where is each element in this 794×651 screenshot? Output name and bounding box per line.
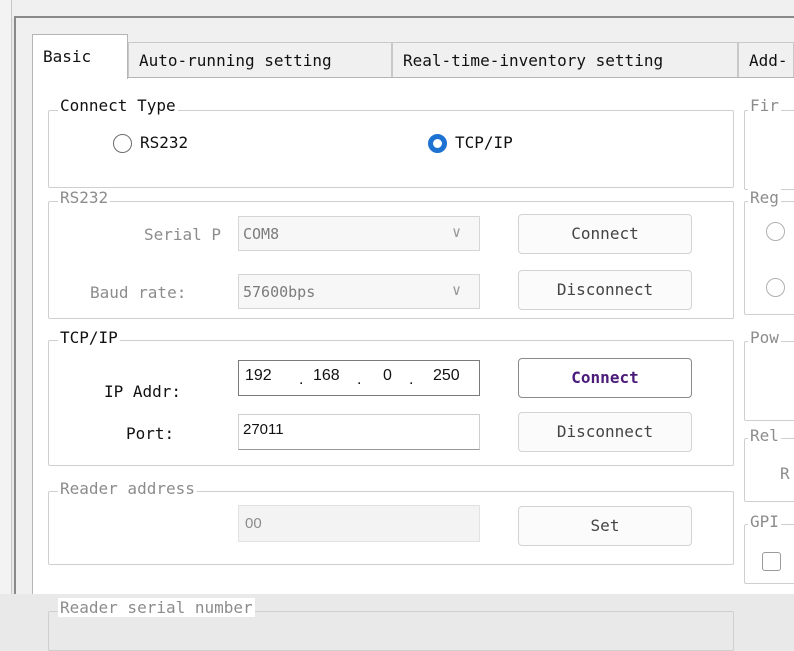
reader-serial-group xyxy=(48,611,734,651)
ip-address-field[interactable]: 192 . 168 . 0 . 250 xyxy=(238,360,480,396)
tcpip-radio-label: TCP/IP xyxy=(455,133,513,152)
tcpip-radio[interactable] xyxy=(428,134,447,153)
ip-octet-1[interactable]: 192 xyxy=(245,367,272,385)
port-field[interactable]: 27011 xyxy=(238,414,480,450)
tab-additional[interactable]: Add- xyxy=(738,42,794,78)
power-group xyxy=(744,341,794,421)
tab-real-time-inventory-setting[interactable]: Real-time-inventory setting xyxy=(392,42,738,78)
ip-address-label: IP Addr: xyxy=(104,382,182,401)
ip-dot: . xyxy=(409,371,414,388)
ip-octet-4[interactable]: 250 xyxy=(433,367,460,385)
region-group xyxy=(744,201,794,315)
rs232-legend: RS232 xyxy=(58,188,111,207)
baud-rate-value: 57600bps xyxy=(243,283,316,301)
baud-rate-combo[interactable]: 57600bps xyxy=(238,274,480,309)
reader-address-value: 00 xyxy=(245,515,262,532)
serial-port-label: Serial P xyxy=(144,225,222,244)
reader-address-set-button[interactable]: Set xyxy=(518,506,692,546)
tab-basic[interactable]: Basic xyxy=(32,34,128,79)
serial-port-value: COM8 xyxy=(243,225,280,243)
rs232-radio[interactable] xyxy=(113,134,132,153)
baud-rate-label: Baud rate: xyxy=(90,283,187,302)
power-legend: Pow xyxy=(748,328,781,347)
background-window xyxy=(0,0,12,594)
tcpip-legend: TCP/IP xyxy=(58,328,120,347)
tcpip-connect-button[interactable]: Connect xyxy=(518,358,692,398)
chevron-down-icon: ∨ xyxy=(452,281,462,299)
ip-octet-2[interactable]: 168 xyxy=(313,367,340,385)
region-radio-1[interactable] xyxy=(766,222,785,241)
ip-octet-3[interactable]: 0 xyxy=(383,367,392,385)
relay-text: R xyxy=(780,464,790,483)
reader-address-legend: Reader address xyxy=(58,479,197,498)
ip-dot: . xyxy=(299,371,304,388)
tcpip-disconnect-button[interactable]: Disconnect xyxy=(518,412,692,452)
gpio-checkbox[interactable] xyxy=(762,552,781,571)
port-value: 27011 xyxy=(243,421,284,438)
chevron-down-icon: ∨ xyxy=(452,223,462,241)
rs232-connect-button[interactable]: Connect xyxy=(518,214,692,254)
tab-auto-running-setting[interactable]: Auto-running setting xyxy=(128,42,392,78)
ip-dot: . xyxy=(357,371,362,388)
rs232-radio-label: RS232 xyxy=(140,133,189,152)
gpio-legend: GPI xyxy=(748,512,781,531)
port-label: Port: xyxy=(126,424,175,443)
reader-address-field[interactable]: 00 xyxy=(238,505,480,542)
rs232-disconnect-button[interactable]: Disconnect xyxy=(518,270,692,310)
region-radio-2[interactable] xyxy=(766,278,785,297)
region-legend: Reg xyxy=(748,188,781,207)
reader-serial-legend: Reader serial number xyxy=(58,598,255,617)
serial-port-combo[interactable]: COM8 xyxy=(238,216,480,251)
firmware-group xyxy=(744,110,794,190)
relay-legend: Rel xyxy=(748,426,781,445)
firmware-legend: Fir xyxy=(748,96,781,115)
connect-type-legend: Connect Type xyxy=(58,96,178,115)
